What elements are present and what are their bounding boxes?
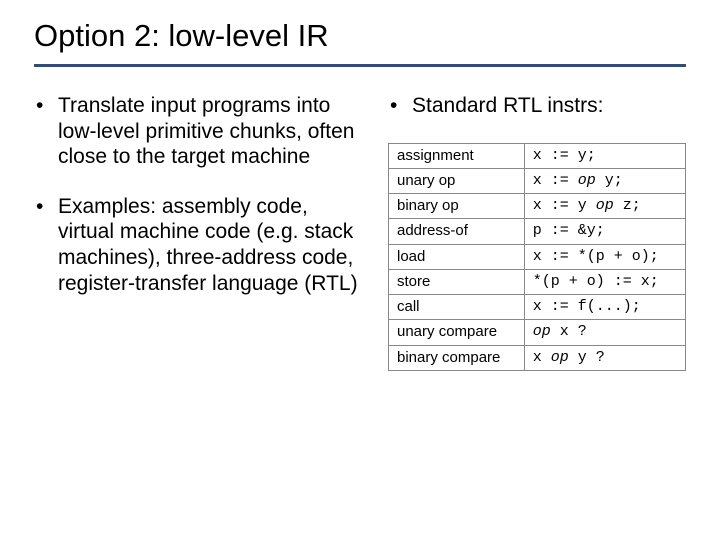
instr-code-cell: *(p + o) := x;	[524, 269, 685, 294]
left-column: Translate input programs into low-level …	[34, 93, 368, 371]
instr-table-body: assignmentx := y;unary opx := op y;binar…	[389, 143, 686, 370]
slide: Option 2: low-level IR Translate input p…	[0, 0, 720, 540]
table-row: address-ofp := &y;	[389, 219, 686, 244]
instr-code-cell: x := op y;	[524, 168, 685, 193]
page-title: Option 2: low-level IR	[34, 18, 686, 58]
instr-name-cell: load	[389, 244, 525, 269]
instr-table: assignmentx := y;unary opx := op y;binar…	[388, 143, 686, 371]
right-column: Standard RTL instrs: assignmentx := y;un…	[388, 93, 686, 371]
instr-name-cell: unary compare	[389, 320, 525, 345]
table-row: store*(p + o) := x;	[389, 269, 686, 294]
table-row: callx := f(...);	[389, 295, 686, 320]
table-row: binary opx := y op z;	[389, 194, 686, 219]
instr-code-cell: op x ?	[524, 320, 685, 345]
instr-name-cell: call	[389, 295, 525, 320]
instr-code-cell: x := *(p + o);	[524, 244, 685, 269]
instr-name-cell: binary op	[389, 194, 525, 219]
instr-code-cell: x := y;	[524, 143, 685, 168]
instr-code-cell: x op y ?	[524, 345, 685, 370]
table-row: unary compareop x ?	[389, 320, 686, 345]
instr-code-cell: p := &y;	[524, 219, 685, 244]
instr-name-cell: assignment	[389, 143, 525, 168]
right-bullet-list: Standard RTL instrs:	[388, 93, 686, 119]
instr-name-cell: address-of	[389, 219, 525, 244]
list-item: Translate input programs into low-level …	[34, 93, 368, 170]
instr-code-cell: x := f(...);	[524, 295, 685, 320]
list-item: Examples: assembly code, virtual machine…	[34, 194, 368, 296]
title-rule	[34, 64, 686, 67]
instr-name-cell: unary op	[389, 168, 525, 193]
instr-code-cell: x := y op z;	[524, 194, 685, 219]
instr-name-cell: binary compare	[389, 345, 525, 370]
table-row: assignmentx := y;	[389, 143, 686, 168]
instr-name-cell: store	[389, 269, 525, 294]
left-bullet-list: Translate input programs into low-level …	[34, 93, 368, 296]
list-item: Standard RTL instrs:	[388, 93, 686, 119]
content-columns: Translate input programs into low-level …	[34, 93, 686, 371]
table-row: binary comparex op y ?	[389, 345, 686, 370]
table-row: loadx := *(p + o);	[389, 244, 686, 269]
table-row: unary opx := op y;	[389, 168, 686, 193]
